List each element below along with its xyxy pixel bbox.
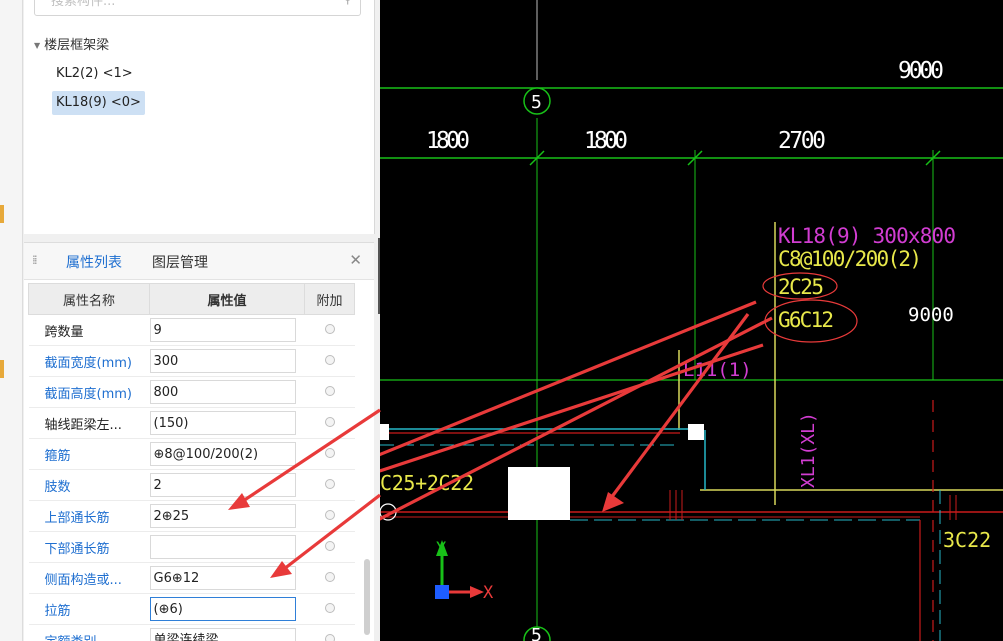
property-name: 轴线距梁左... — [28, 407, 150, 439]
property-scrollbar[interactable] — [364, 559, 370, 635]
search-input[interactable] — [49, 0, 313, 13]
property-name: 下部通长筋 — [28, 531, 150, 563]
table-row: 肢数 2 — [28, 469, 355, 501]
ucs-origin — [435, 585, 449, 599]
component-tree-panel: ⚲ ▼ 楼层框架梁 KL2(2) <1> KL18(9) <0> — [24, 0, 375, 234]
dimension-text: 1800 — [426, 128, 470, 154]
close-icon[interactable]: ✕ — [349, 251, 362, 269]
attach-checkbox[interactable] — [324, 385, 335, 396]
ucs-x-label: X — [483, 583, 494, 603]
property-name: 定额类别 — [28, 624, 150, 641]
ucs-y-label: Y — [436, 539, 446, 559]
beam-label-name: KL18(9) 300x800 — [778, 224, 956, 248]
attach-checkbox[interactable] — [324, 416, 335, 427]
table-row: 截面高度(mm) 800 — [28, 376, 355, 408]
column-header-name: 属性名称 — [28, 283, 150, 315]
strip-marker[interactable] — [0, 205, 4, 223]
table-row: 箍筋 ⊕8@100/200(2) — [28, 438, 355, 470]
property-tab-bar: ⁞⁞ 属性列表 图层管理 ✕ — [24, 243, 374, 280]
left-tool-strip — [0, 0, 23, 641]
beam-label-side-bar: G6C12 — [778, 308, 834, 332]
tab-layer-management[interactable]: 图层管理 — [152, 252, 208, 272]
beam-label-xl1: XL1(XL) — [798, 412, 819, 488]
property-name: 侧面构造或... — [28, 562, 150, 594]
table-row: 截面宽度(mm) 300 — [28, 345, 355, 377]
cad-drawing-canvas[interactable]: 5 5 9000 1800 1800 2700 9000 KL18(9) 300… — [380, 0, 1003, 641]
property-value-field[interactable]: 300 — [149, 349, 296, 373]
property-name: 拉筋 — [28, 593, 150, 625]
property-name: 肢数 — [28, 469, 150, 501]
property-value-field[interactable]: 9 — [149, 318, 296, 342]
dimension-text: 9000 — [908, 304, 954, 326]
property-panel: ⁞⁞ 属性列表 图层管理 ✕ 属性名称 属性值 附加 跨数量 9 截面宽度(mm… — [24, 242, 374, 641]
axis-bubble-label: 5 — [531, 92, 542, 113]
tree-item-kl18-selected[interactable]: KL18(9) <0> — [52, 91, 145, 115]
attach-checkbox[interactable] — [324, 323, 335, 334]
attach-checkbox[interactable] — [324, 509, 335, 520]
column-header-value: 属性值 — [149, 283, 305, 315]
attach-checkbox[interactable] — [324, 478, 335, 489]
table-row: 轴线距梁左... (150) — [28, 407, 355, 439]
attach-checkbox[interactable] — [324, 571, 335, 582]
beam-label-top-bar: 2C25 — [778, 275, 824, 299]
beam-label-stirrup: C8@100/200(2) — [778, 247, 922, 271]
beam-label-l11: L11(1) — [683, 359, 752, 381]
property-table: 属性名称 属性值 附加 跨数量 9 截面宽度(mm) 300 截面高度(mm) — [28, 283, 355, 641]
property-name: 截面宽度(mm) — [28, 345, 150, 377]
left-panel: ⚲ ▼ 楼层框架梁 KL2(2) <1> KL18(9) <0> ⁞⁞ 属性列表 … — [0, 0, 380, 641]
property-value-field[interactable] — [149, 535, 296, 559]
dimension-text: 9000 — [898, 58, 944, 84]
tree-item-kl2[interactable]: KL2(2) <1> — [52, 62, 137, 86]
cad-drawing[interactable]: 5 5 9000 1800 1800 2700 9000 KL18(9) 300… — [380, 0, 1003, 641]
attach-checkbox[interactable] — [324, 447, 335, 458]
property-value-field[interactable]: 800 — [149, 380, 296, 404]
attach-checkbox[interactable] — [324, 602, 335, 613]
grip-point[interactable] — [688, 424, 704, 440]
column-header-attach: 附加 — [304, 283, 355, 315]
attach-checkbox[interactable] — [324, 354, 335, 365]
table-row: 定额类别 单梁连续梁 — [28, 624, 355, 641]
dimension-text: 1800 — [584, 128, 628, 154]
rebar-label-left: C25+2C22 — [380, 471, 474, 495]
property-value-field[interactable]: 2⊕25 — [149, 504, 296, 528]
table-row: 上部通长筋 2⊕25 — [28, 500, 355, 532]
property-value-field[interactable]: (150) — [149, 411, 296, 435]
drag-grip-icon[interactable]: ⁞⁞ — [32, 253, 37, 267]
tab-property-list[interactable]: 属性列表 — [66, 252, 122, 272]
property-value-field[interactable]: ⊕8@100/200(2) — [149, 442, 296, 466]
axis-bubble-label: 5 — [531, 625, 542, 641]
tree-group-floor-frame-beam[interactable]: ▼ 楼层框架梁 — [34, 34, 109, 53]
property-name: 跨数量 — [28, 314, 150, 346]
column-block[interactable] — [508, 467, 570, 520]
table-row: 拉筋 (⊕6) — [28, 593, 355, 625]
attach-checkbox[interactable] — [324, 633, 335, 641]
property-name: 截面高度(mm) — [28, 376, 150, 408]
rebar-label-right: 3C22 — [943, 528, 991, 552]
property-value-field[interactable]: 单梁连续梁 — [149, 628, 296, 641]
table-row: 下部通长筋 — [28, 531, 355, 563]
strip-marker[interactable] — [0, 360, 4, 378]
attach-checkbox[interactable] — [324, 540, 335, 551]
property-name: 箍筋 — [28, 438, 150, 470]
property-name: 上部通长筋 — [28, 500, 150, 532]
property-value-field-focused[interactable]: (⊕6) — [149, 597, 296, 621]
annotation-arrow — [380, 316, 773, 521]
property-value-field[interactable]: G6⊕12 — [149, 566, 296, 590]
property-value-field[interactable]: 2 — [149, 473, 296, 497]
ucs-x-arrow — [470, 586, 484, 598]
dimension-text: 2700 — [778, 128, 826, 154]
table-row: 跨数量 9 — [28, 314, 355, 346]
collapse-arrow-icon[interactable]: ▼ — [34, 41, 40, 50]
table-row: 侧面构造或... G6⊕12 — [28, 562, 355, 594]
tree-group-label: 楼层框架梁 — [44, 38, 110, 53]
component-search[interactable]: ⚲ — [34, 0, 361, 16]
search-icon[interactable]: ⚲ — [343, 0, 352, 6]
grip-point[interactable] — [380, 424, 389, 440]
